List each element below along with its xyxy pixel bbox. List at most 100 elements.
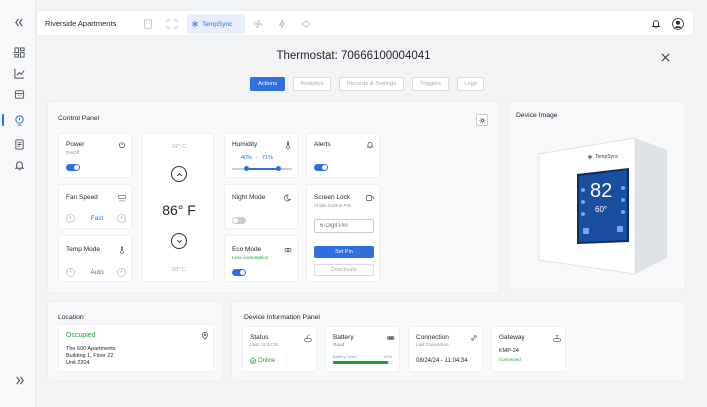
energy-app-icon[interactable] [275,17,289,31]
temp-mode-label: Temp Mode [66,246,100,253]
power-icon [117,140,127,150]
last-connection-time: 08/24/24 - 11:04:34 [416,358,468,364]
thermostat-icon[interactable] [2,113,26,127]
thermostat-card: 92° C 86° F 16° C [142,133,214,282]
eco-mode-label: Eco Mode [232,246,262,253]
snowflake-icon [191,20,199,28]
chevron-up-icon [176,172,182,176]
moon-icon [283,193,293,203]
online-status: Online [250,358,275,364]
building-app-icon[interactable] [141,17,155,31]
max-temp-label: 92° C [172,144,186,150]
power-toggle[interactable] [66,164,80,171]
collapse-sidebar-icon[interactable] [12,15,26,29]
avatar[interactable] [671,17,685,31]
min-temp-label: 16° C [172,267,186,273]
address-line-2: Building 1, Floor 22 [66,353,114,359]
location-pin-icon [200,331,210,341]
temp-mode-stepper: ‹ Auto › [66,268,128,278]
address-line-1: The 600 Apartments [66,346,116,352]
tab-records-settings[interactable]: Records & Settings [339,77,404,91]
humidity-min: 40% [241,155,253,161]
location-card: Occupied The 600 Apartments Building 1, … [58,324,214,372]
analytics-icon[interactable] [12,66,26,80]
gateway-label: Gateway [499,334,525,341]
expand-sidebar-icon[interactable] [12,373,26,387]
page-title: Thermostat: 70666100004041 [276,50,431,62]
tempsync-app-tab[interactable]: TempSync [187,14,245,34]
fan-speed-stepper: ‹ Fast › [66,214,128,224]
humidity-max-handle[interactable] [276,166,281,171]
fan-speed-value: Fast [90,215,104,222]
occupancy-status: Occupied [66,332,96,339]
status-card: Status Last: 11:04:34 Online [242,326,317,372]
device-image-title: Device Image [516,112,558,119]
location-title: Location [58,314,84,321]
screen-lock-label: Screen Lock [314,194,351,201]
bell-icon[interactable] [649,17,663,31]
connection-sub: Last Connection [416,342,449,347]
tab-bar: Actions Analytics Records & Settings Tri… [250,77,484,91]
set-pin-button[interactable]: Set Pin [314,246,374,258]
fan-speed-label: Fan Speed [66,194,98,201]
screen-lock-card: Screen Lock Childs Control PIN Set Pin D… [306,184,380,282]
battery-icon [386,333,396,343]
battery-percent: 92% [384,354,393,359]
pin-input[interactable] [314,219,374,233]
snowflake-icon [587,154,593,160]
fan-app-icon[interactable] [251,17,265,31]
fan-speed-decrease-icon[interactable]: ‹ [66,214,75,223]
fan-speed-card: Fan Speed ‹ Fast › [58,184,132,229]
battery-level-fill [333,361,389,364]
alerts-toggle[interactable] [314,164,328,171]
device-brand-name: TempSync [595,154,619,160]
humidity-label: Humidity [232,141,258,148]
temp-mode-value: Auto [90,269,104,276]
link-icon [469,333,479,343]
humidity-min-handle[interactable] [244,166,249,171]
tab-logs[interactable]: Logs [457,77,484,91]
eco-mode-sub: Less consumption [232,255,269,260]
gateway-router-icon [552,333,562,343]
device-display-setpoint: 60° [595,205,608,214]
expand-app-icon[interactable] [165,17,179,31]
notifications-icon[interactable] [12,158,26,172]
humidity-range: 40% - 71% [241,155,273,161]
tab-actions[interactable]: Actions [250,77,285,91]
alert-bell-icon [365,140,375,150]
property-title: Riverside Apartments [45,19,117,28]
power-card: Power On/Off [58,133,132,178]
night-mode-toggle[interactable] [232,217,246,224]
temp-up-button[interactable] [171,166,187,182]
close-icon[interactable] [658,50,672,64]
building-icon[interactable] [12,87,26,101]
settings-gear-icon[interactable] [476,114,488,126]
eco-mode-toggle[interactable] [232,269,246,276]
connection-card: Connection Last Connection 08/24/24 - 11… [408,326,483,372]
eco-icon [283,245,293,255]
battery-status: Good [333,342,345,347]
night-mode-card: Night Mode [224,184,298,229]
humidity-card: Humidity 40% - 71% [224,133,298,178]
temp-mode-decrease-icon[interactable]: ‹ [66,268,75,277]
gateway-card: Gateway KMP-24 Connected [491,326,566,372]
reports-icon[interactable] [12,137,26,151]
current-temperature: 86° F [162,202,196,218]
night-mode-label: Night Mode [232,194,266,201]
status-last-seen: Last: 11:04:34 [250,342,279,347]
temp-down-button[interactable] [171,233,187,249]
connection-label: Connection [416,334,449,341]
sensor-app-icon[interactable] [299,17,313,31]
thermostat-device-image: TempSync 82 60° [527,130,677,282]
thermometer-icon [117,245,127,255]
online-status-text: Online [258,358,276,364]
tempsync-app-label: TempSync [202,20,233,28]
deactivate-button[interactable]: Deactivate [314,264,374,276]
temp-mode-increase-icon[interactable]: › [117,268,126,277]
battery-card: Battery Good Battery Level 92% [325,326,400,372]
battery-level-label: Battery Level [333,354,357,359]
humidity-slider-track[interactable] [232,166,292,171]
fan-speed-increase-icon[interactable]: › [117,214,126,223]
tab-triggers[interactable]: Triggers [412,77,449,91]
tab-analytics[interactable]: Analytics [293,77,331,91]
